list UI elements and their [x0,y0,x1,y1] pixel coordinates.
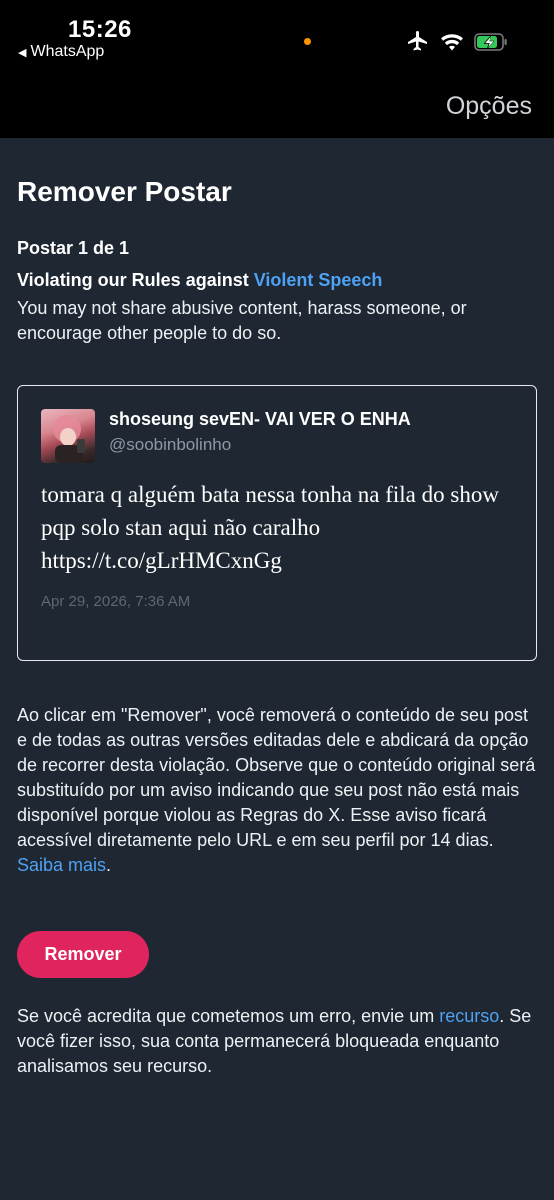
violation-prefix: Violating our Rules against [17,270,254,290]
page-title: Remover Postar [17,176,232,207]
tweet-date: Apr 29, 2026, 7:36 AM [41,593,191,610]
tweet-card: shoseung sevEN- VAI VER O ENHA @soobinbo… [17,385,537,661]
post-count: Postar 1 de 1 [17,238,130,258]
navbar: Opções [0,72,554,138]
airplane-icon [406,31,430,58]
back-arrow-icon: ◀ [18,46,27,59]
author-handle: @soobinbolinho [109,435,232,454]
avatar [41,409,95,463]
violation-description: You may not share abusive content, haras… [17,298,467,343]
wifi-icon [440,33,464,56]
learn-more-link[interactable]: Saiba mais [17,855,106,875]
tweet-text: tomara q alguém bata nessa tonha na fila… [41,482,499,573]
status-bar: 15:26 ◀ WhatsApp [0,0,554,72]
main-content: Remover Postar Postar 1 de 1 Violating o… [0,138,554,1200]
violation-title: Violating our Rules against Violent Spee… [17,270,382,291]
removal-body: Ao clicar em "Remover", você removerá o … [17,705,536,850]
mic-indicator-icon [304,38,311,45]
removal-suffix: . [106,855,112,875]
violent-speech-link[interactable]: Violent Speech [254,270,383,290]
battery-charging-icon [474,33,508,56]
back-to-app-link[interactable]: ◀ WhatsApp [18,43,104,61]
removal-explanation: Ao clicar em "Remover", você removerá o … [17,703,539,878]
status-time: 15:26 [68,16,132,43]
status-icons [406,31,508,58]
remove-button[interactable]: Remover [17,931,149,978]
author-name: shoseung sevEN- VAI VER O ENHA [109,409,411,429]
options-button[interactable]: Opções [446,92,532,121]
appeal-link[interactable]: recurso [439,1006,499,1026]
appeal-explanation: Se você acredita que cometemos um erro, … [17,1004,539,1079]
back-app-label: WhatsApp [30,43,105,60]
appeal-prefix: Se você acredita que cometemos um erro, … [17,1006,440,1026]
